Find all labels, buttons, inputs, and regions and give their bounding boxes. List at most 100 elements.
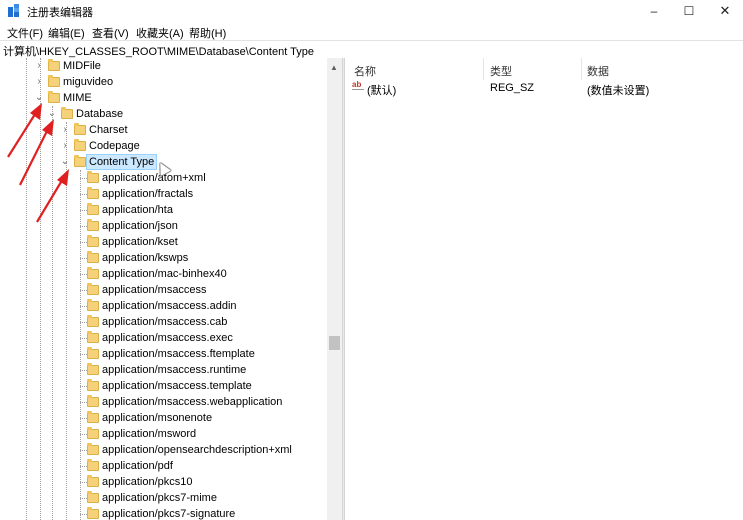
tree-node-label: application/pdf [102,460,173,472]
tree-node-label: Database [76,108,124,120]
tree-node-content-type-child[interactable]: application/pkcs7-signature [0,506,320,520]
tree-node-miguvideo[interactable]: › miguvideo [0,74,320,90]
tree-node-content-type-child[interactable]: application/msonenote [0,410,320,426]
tree-node-label: application/msaccess.template [102,380,252,392]
tree-node-content-type-child[interactable]: application/msaccess.template [0,378,320,394]
tree-line [80,354,87,355]
folder-icon [87,171,99,183]
tree-node-label: Codepage [89,140,140,152]
column-header-data[interactable]: 数据 [587,63,609,79]
column-header-name[interactable]: 名称 [354,63,376,79]
tree-node-content-type-child[interactable]: application/msaccess.webapplication [0,394,320,410]
address-path[interactable]: 计算机\HKEY_CLASSES_ROOT\MIME\Database\Cont… [3,43,314,59]
tree-node-label: application/msaccess [102,284,207,296]
tree-node-label: application/msaccess.addin [102,300,237,312]
tree-line [80,226,87,227]
folder-icon [48,59,60,71]
column-header-type[interactable]: 类型 [490,63,512,79]
tree-node-mime[interactable]: ⌄ MIME [0,90,320,106]
folder-icon [87,443,99,455]
tree-node-content-type-child[interactable]: application/msword [0,426,320,442]
tree-line [80,210,87,211]
tree-line [80,514,87,515]
tree-node-label: application/mac-binhex40 [102,268,227,280]
tree-line [80,386,87,387]
tree-node-label: application/pkcs7-mime [102,492,217,504]
value-row[interactable]: ab (默认) REG_SZ (数值未设置) [345,80,743,97]
folder-icon [87,427,99,439]
tree-line [80,242,87,243]
tree-node-content-type-child[interactable]: application/msaccess.exec [0,330,320,346]
column-divider[interactable] [483,58,484,80]
tree-node-database[interactable]: ⌄ Database [0,106,320,122]
tree-node-content-type-child[interactable]: application/mac-binhex40 [0,266,320,282]
tree-node-label: application/hta [102,204,173,216]
tree-node-content-type-child[interactable]: application/msaccess.addin [0,298,320,314]
expand-chevron-icon[interactable]: › [59,122,71,138]
folder-icon [87,203,99,215]
tree-node-charset[interactable]: › Charset [0,122,320,138]
tree-node-content-type-child[interactable]: application/json [0,218,320,234]
address-bar[interactable]: 计算机\HKEY_CLASSES_ROOT\MIME\Database\Cont… [0,40,743,59]
tree-node-content-type-child[interactable]: application/msaccess.cab [0,314,320,330]
tree-node-label: application/msword [102,428,197,440]
tree-node-codepage[interactable]: › Codepage [0,138,320,154]
menu-bar: 文件(F) 编辑(E) 查看(V) 收藏夹(A) 帮助(H) [0,22,743,40]
folder-icon [87,283,99,295]
folder-icon [74,155,86,167]
folder-icon [87,507,99,519]
folder-icon [74,139,86,151]
column-divider[interactable] [581,58,582,80]
tree-scrollbar[interactable]: ▲ [327,58,342,520]
folder-icon [87,219,99,231]
close-button[interactable]: ✕ [707,0,743,22]
tree-node-label: application/kset [102,236,178,248]
collapse-chevron-icon[interactable]: ⌄ [46,106,58,122]
folder-icon [87,267,99,279]
menu-edit[interactable]: 编辑(E) [48,25,85,41]
folder-icon [87,315,99,327]
menu-view[interactable]: 查看(V) [92,25,129,41]
tree-line [80,306,87,307]
folder-icon [87,491,99,503]
scroll-thumb[interactable] [329,336,340,350]
collapse-chevron-icon[interactable]: ⌄ [33,90,45,106]
tree-line [80,194,87,195]
tree-node-content-type-child[interactable]: application/kswps [0,250,320,266]
tree-node-content-type-child[interactable]: application/kset [0,234,320,250]
expand-chevron-icon[interactable]: › [59,138,71,154]
tree-node-content-type-child[interactable]: application/opensearchdescription+xml [0,442,320,458]
folder-icon [87,379,99,391]
maximize-button[interactable]: ☐ [671,0,707,22]
folder-icon [87,475,99,487]
minimize-button[interactable]: – [636,0,672,22]
folder-icon [48,75,60,87]
values-list[interactable]: 名称 类型 数据 ab (默认) REG_SZ (数值未设置) [345,58,743,520]
tree-node-content-type-child[interactable]: application/pdf [0,458,320,474]
tree-node-content-type-child[interactable]: application/msaccess.ftemplate [0,346,320,362]
tree-node-content-type-child[interactable]: application/pkcs7-mime [0,490,320,506]
menu-favorites[interactable]: 收藏夹(A) [136,25,184,41]
folder-icon [74,123,86,135]
folder-icon [87,411,99,423]
expand-chevron-icon[interactable]: › [33,74,45,90]
tree-node-label: MIME [63,92,92,104]
menu-file[interactable]: 文件(F) [7,25,43,41]
expand-chevron-icon[interactable]: › [33,58,45,74]
tree-node-content-type-child[interactable]: application/fractals [0,186,320,202]
key-tree[interactable]: › MIDFile › miguvideo ⌄ MIME ⌄ Database … [0,58,342,520]
folder-icon [87,459,99,471]
tree-node-content-type-child[interactable]: application/pkcs10 [0,474,320,490]
tree-node-midfile[interactable]: › MIDFile [0,58,320,74]
tree-node-label: application/msaccess.ftemplate [102,348,255,360]
tree-node-label: MIDFile [63,60,101,72]
tree-node-content-type-child[interactable]: application/hta [0,202,320,218]
tree-node-content-type-child[interactable]: application/msaccess [0,282,320,298]
menu-help[interactable]: 帮助(H) [189,25,226,41]
collapse-chevron-icon[interactable]: ⌄ [59,154,71,170]
tree-node-content-type-child[interactable]: application/msaccess.runtime [0,362,320,378]
value-data: (数值未设置) [587,85,650,97]
scroll-up-arrow-icon[interactable]: ▲ [330,63,338,72]
tree-line [80,466,87,467]
tree-line [80,402,87,403]
